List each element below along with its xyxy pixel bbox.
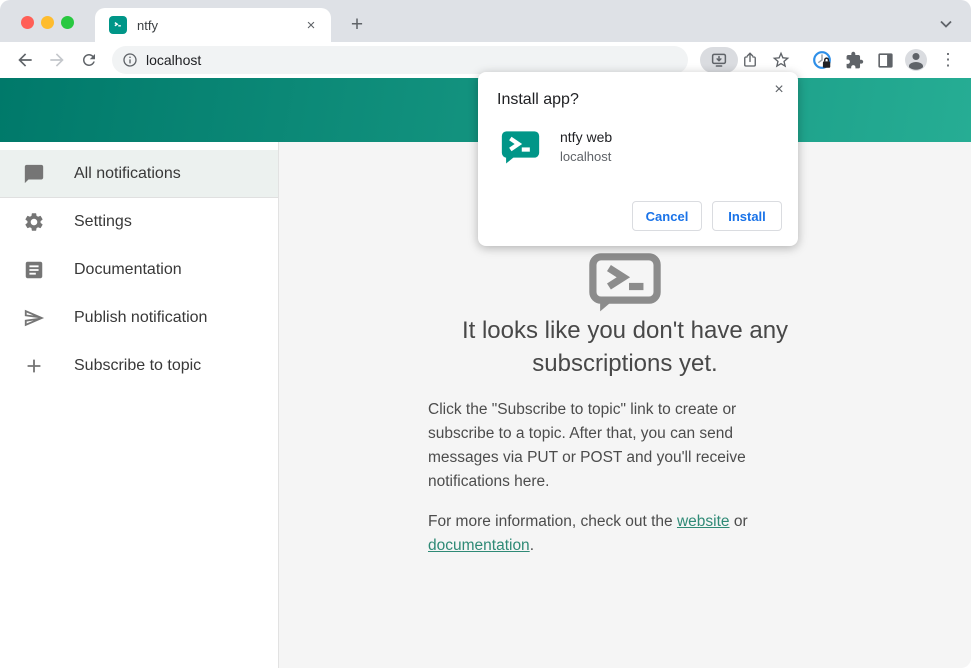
documentation-link[interactable]: documentation (428, 537, 530, 554)
sidebar-item-documentation[interactable]: Documentation (0, 246, 278, 294)
browser-window: ntfy × + localhost ⋮ All notifications S… (0, 0, 971, 668)
tab-title: ntfy (137, 17, 158, 33)
minimize-window-button[interactable] (41, 16, 54, 29)
send-icon (23, 307, 45, 329)
empty-state-links-paragraph: For more information, check out the webs… (428, 510, 788, 558)
install-app-dialog: × Install app? ntfy web localhost Cancel… (478, 72, 798, 246)
address-bar[interactable]: localhost (112, 46, 688, 74)
paragraph-text: . (529, 537, 534, 554)
gear-icon (23, 211, 45, 233)
bookmark-star-icon[interactable] (769, 48, 793, 72)
sidebar-item-label: Subscribe to topic (74, 357, 202, 374)
empty-state-paragraph: Click the "Subscribe to topic" link to c… (428, 401, 746, 490)
install-app-icon[interactable] (700, 47, 738, 73)
profile-avatar[interactable] (904, 48, 928, 72)
sidebar-item-subscribe-to-topic[interactable]: Subscribe to topic (0, 342, 278, 390)
sidebar-item-label: Documentation (74, 261, 182, 278)
website-link[interactable]: website (677, 513, 730, 530)
sidebar-item-publish-notification[interactable]: Publish notification (0, 294, 278, 342)
ntfy-favicon-icon (109, 16, 127, 34)
chevron-down-icon[interactable] (936, 14, 956, 34)
sidebar-item-settings[interactable]: Settings (0, 198, 278, 246)
password-manager-extension-icon[interactable] (810, 48, 834, 72)
sidebar-item-label: Settings (74, 213, 132, 230)
empty-state-title: It looks like you don't have any subscri… (461, 317, 789, 377)
zoom-window-button[interactable] (61, 16, 74, 29)
dialog-close-icon[interactable]: × (770, 81, 788, 99)
dialog-buttons: Cancel Install (632, 201, 782, 231)
tab-close-icon[interactable]: × (301, 15, 321, 35)
dialog-app-name: ntfy web (560, 129, 613, 145)
new-tab-button[interactable]: + (344, 12, 370, 38)
ntfy-empty-state-icon (588, 252, 662, 313)
share-icon[interactable] (738, 48, 762, 72)
install-button[interactable]: Install (712, 201, 782, 231)
back-button[interactable] (13, 48, 37, 72)
forward-button (45, 48, 69, 72)
cancel-button[interactable]: Cancel (632, 201, 702, 231)
chat-icon (23, 163, 45, 185)
side-panel-icon[interactable] (873, 48, 897, 72)
sidebar-item-all-notifications[interactable]: All notifications (0, 150, 278, 198)
url-text: localhost (146, 52, 202, 68)
close-window-button[interactable] (21, 16, 34, 29)
sidebar-item-label: Publish notification (74, 309, 208, 326)
extensions-puzzle-icon[interactable] (842, 48, 866, 72)
paragraph-text: or (729, 513, 748, 530)
browser-tab[interactable]: ntfy × (95, 8, 331, 42)
plus-icon (23, 355, 45, 377)
titlebar: ntfy × + (0, 0, 971, 42)
browser-menu-icon[interactable]: ⋮ (936, 48, 960, 72)
sidebar-item-label: All notifications (74, 164, 181, 182)
site-info-icon[interactable] (122, 52, 138, 68)
ntfy-app-icon (501, 130, 540, 164)
dialog-app-origin: localhost (560, 149, 612, 164)
reload-button[interactable] (77, 48, 101, 72)
sidebar: All notifications Settings Documentation… (0, 142, 279, 668)
dialog-title: Install app? (497, 91, 579, 108)
paragraph-text: For more information, check out the (428, 513, 677, 530)
sidebar-list: All notifications Settings Documentation… (0, 150, 278, 390)
article-icon (23, 259, 45, 281)
